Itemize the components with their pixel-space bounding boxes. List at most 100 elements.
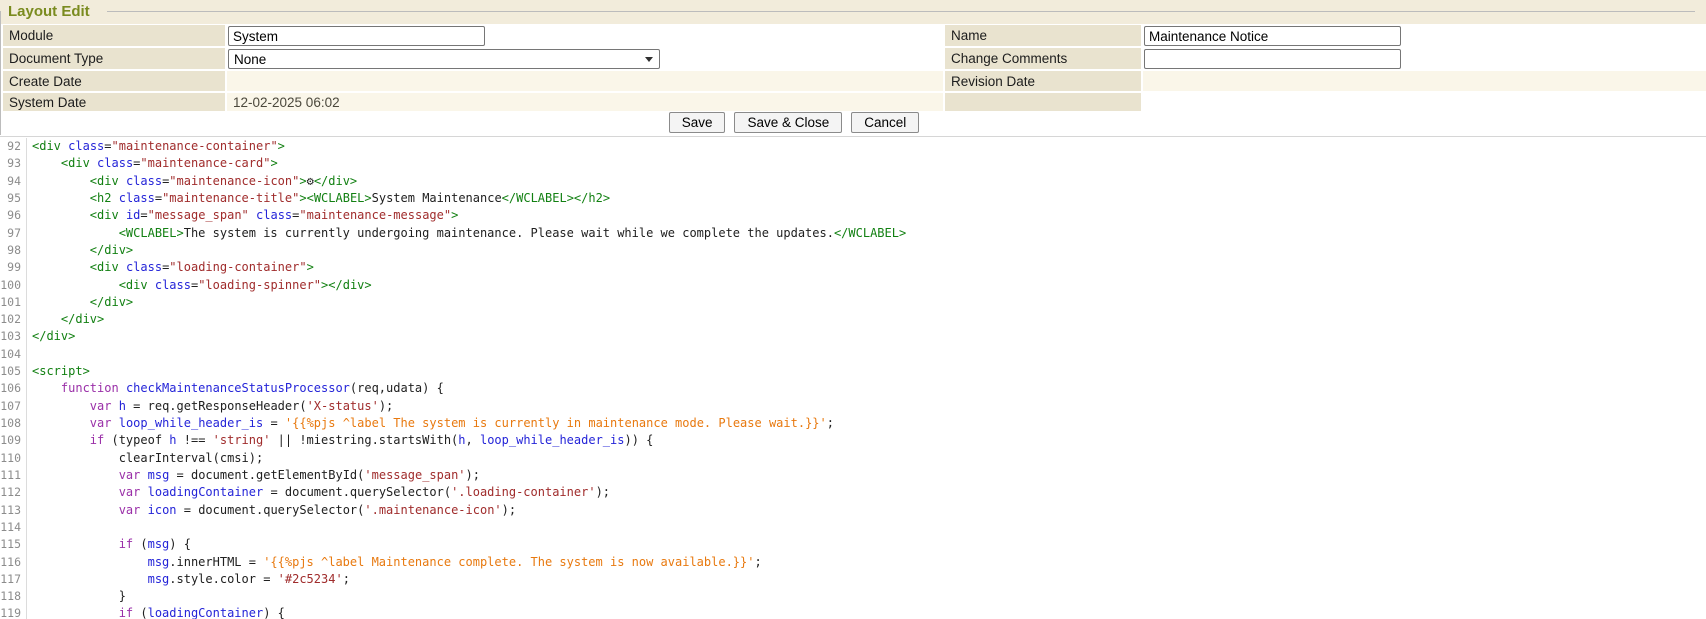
code-line-text: clearInterval(cmsi); xyxy=(32,450,1706,467)
revision-date-label: Revision Date xyxy=(951,74,1035,89)
module-input[interactable] xyxy=(228,26,485,46)
code-line-text: if (msg) { xyxy=(32,536,1706,553)
system-date-value: 12-02-2025 06:02 xyxy=(233,95,340,110)
system-date-label-cell: System Date xyxy=(3,93,225,111)
code-line-text: var loop_while_header_is = '{{%pjs ^labe… xyxy=(32,415,1706,432)
code-line[interactable]: 92<div class="maintenance-container"> xyxy=(0,138,1706,155)
code-line[interactable]: 97 <WCLABEL>The system is currently unde… xyxy=(0,225,1706,242)
line-number: 118 xyxy=(0,588,27,605)
line-number: 101 xyxy=(0,294,27,311)
change-comments-label: Change Comments xyxy=(951,51,1067,66)
revision-date-value xyxy=(1143,71,1706,91)
save-button[interactable]: Save xyxy=(669,112,726,133)
change-comments-input[interactable] xyxy=(1144,49,1401,69)
code-line-text: </div> xyxy=(32,242,1706,259)
module-label: Module xyxy=(9,28,53,43)
code-line[interactable]: 104 xyxy=(0,346,1706,363)
code-line[interactable]: 111 var msg = document.getElementById('m… xyxy=(0,467,1706,484)
form-button-row: Save Save & Close Cancel xyxy=(0,112,1588,133)
code-line[interactable]: 117 msg.style.color = '#2c5234'; xyxy=(0,571,1706,588)
line-number: 99 xyxy=(0,259,27,276)
line-number: 93 xyxy=(0,155,27,172)
fieldset-top-border xyxy=(107,11,1695,12)
code-line-text: <WCLABEL>The system is currently undergo… xyxy=(32,225,1706,242)
code-line-text: var h = req.getResponseHeader('X-status'… xyxy=(32,398,1706,415)
code-line-text: msg.innerHTML = '{{%pjs ^label Maintenan… xyxy=(32,554,1706,571)
code-line[interactable]: 116 msg.innerHTML = '{{%pjs ^label Maint… xyxy=(0,554,1706,571)
code-line[interactable]: 100 <div class="loading-spinner"></div> xyxy=(0,277,1706,294)
line-number: 94 xyxy=(0,173,27,190)
code-line[interactable]: 98 </div> xyxy=(0,242,1706,259)
code-line-text xyxy=(32,519,1706,536)
code-editor[interactable]: 92<div class="maintenance-container">93 … xyxy=(0,138,1706,619)
line-number: 95 xyxy=(0,190,27,207)
line-number: 109 xyxy=(0,432,27,449)
code-line[interactable]: 95 <h2 class="maintenance-title"><WCLABE… xyxy=(0,190,1706,207)
code-line-text: function checkMaintenanceStatusProcessor… xyxy=(32,380,1706,397)
code-line[interactable]: 119 if (loadingContainer) { xyxy=(0,605,1706,619)
line-number: 104 xyxy=(0,346,27,363)
document-type-selected-option: None xyxy=(234,52,266,67)
code-line[interactable]: 107 var h = req.getResponseHeader('X-sta… xyxy=(0,398,1706,415)
code-line[interactable]: 114 xyxy=(0,519,1706,536)
code-line-text: var loadingContainer = document.querySel… xyxy=(32,484,1706,501)
line-number: 97 xyxy=(0,225,27,242)
line-number: 117 xyxy=(0,571,27,588)
code-line-text: var icon = document.querySelector('.main… xyxy=(32,502,1706,519)
code-line[interactable]: 108 var loop_while_header_is = '{{%pjs ^… xyxy=(0,415,1706,432)
code-line[interactable]: 103</div> xyxy=(0,328,1706,345)
code-line-text: <div id="message_span" class="maintenanc… xyxy=(32,207,1706,224)
code-line[interactable]: 106 function checkMaintenanceStatusProce… xyxy=(0,380,1706,397)
line-number: 112 xyxy=(0,484,27,501)
code-line[interactable]: 109 if (typeof h !== 'string' || !miestr… xyxy=(0,432,1706,449)
code-line[interactable]: 113 var icon = document.querySelector('.… xyxy=(0,502,1706,519)
create-date-value xyxy=(227,71,943,91)
code-line-text: <h2 class="maintenance-title"><WCLABEL>S… xyxy=(32,190,1706,207)
code-line[interactable]: 105<script> xyxy=(0,363,1706,380)
code-line[interactable]: 118 } xyxy=(0,588,1706,605)
line-number: 119 xyxy=(0,605,27,619)
page-title: Layout Edit xyxy=(8,3,90,20)
document-type-label-cell: Document Type xyxy=(3,48,225,69)
code-line[interactable]: 96 <div id="message_span" class="mainten… xyxy=(0,207,1706,224)
line-number: 98 xyxy=(0,242,27,259)
system-date-label: System Date xyxy=(9,95,86,110)
code-line-text: <div class="loading-container"> xyxy=(32,259,1706,276)
code-line-text: msg.style.color = '#2c5234'; xyxy=(32,571,1706,588)
document-type-select[interactable]: None xyxy=(228,49,660,69)
name-input[interactable] xyxy=(1144,26,1401,46)
change-comments-label-cell: Change Comments xyxy=(945,48,1141,69)
code-line[interactable]: 101 </div> xyxy=(0,294,1706,311)
code-line-text: </div> xyxy=(32,294,1706,311)
create-date-label: Create Date xyxy=(9,74,82,89)
module-label-cell: Module xyxy=(3,25,225,46)
line-number: 114 xyxy=(0,519,27,536)
code-line[interactable]: 93 <div class="maintenance-card"> xyxy=(0,155,1706,172)
line-number: 116 xyxy=(0,554,27,571)
document-type-label: Document Type xyxy=(9,51,103,66)
line-number: 110 xyxy=(0,450,27,467)
revision-date-label-cell: Revision Date xyxy=(945,71,1141,91)
code-line-text: <div class="maintenance-container"> xyxy=(32,138,1706,155)
code-line-text xyxy=(32,346,1706,363)
code-line[interactable]: 112 var loadingContainer = document.quer… xyxy=(0,484,1706,501)
code-line[interactable]: 102 </div> xyxy=(0,311,1706,328)
code-line[interactable]: 115 if (msg) { xyxy=(0,536,1706,553)
code-line-text: <div class="loading-spinner"></div> xyxy=(32,277,1706,294)
line-number: 113 xyxy=(0,502,27,519)
code-lines: 92<div class="maintenance-container">93 … xyxy=(0,138,1706,619)
code-line-text: <div class="maintenance-icon">⚙</div> xyxy=(32,173,1706,190)
system-date-value-cell: 12-02-2025 06:02 xyxy=(227,93,943,111)
line-number: 96 xyxy=(0,207,27,224)
code-line[interactable]: 99 <div class="loading-container"> xyxy=(0,259,1706,276)
save-and-close-button[interactable]: Save & Close xyxy=(734,112,842,133)
code-line[interactable]: 94 <div class="maintenance-icon">⚙</div> xyxy=(0,173,1706,190)
code-line-text: if (loadingContainer) { xyxy=(32,605,1706,619)
name-label: Name xyxy=(951,28,987,43)
code-line[interactable]: 110 clearInterval(cmsi); xyxy=(0,450,1706,467)
form-editor-divider xyxy=(0,136,1706,137)
cancel-button[interactable]: Cancel xyxy=(851,112,919,133)
line-number: 111 xyxy=(0,467,27,484)
line-number: 100 xyxy=(0,277,27,294)
line-number: 103 xyxy=(0,328,27,345)
